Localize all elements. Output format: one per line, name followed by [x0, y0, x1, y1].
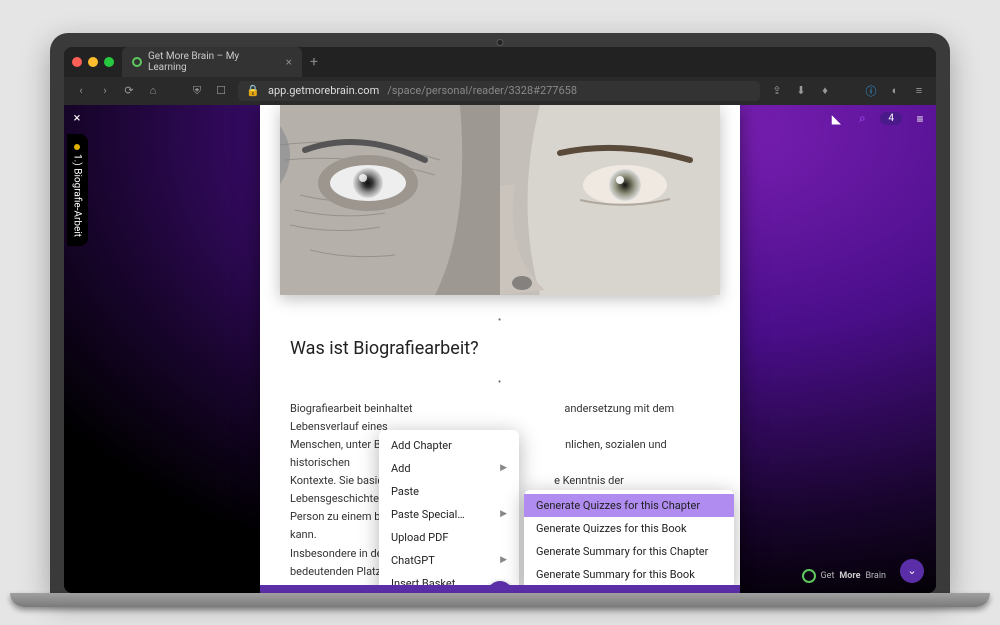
chevron-right-icon: ▶: [500, 555, 507, 565]
brand-bold: More: [839, 571, 860, 581]
screen: Get More Brain – My Learning × + ‹ › ⟳ ⌂…: [64, 47, 936, 593]
close-window-icon[interactable]: [72, 57, 82, 67]
window-controls: [72, 57, 114, 67]
hamburger-icon[interactable]: ≡: [912, 111, 928, 127]
page-footer-bar: [260, 585, 740, 593]
menu-item[interactable]: Add Chapter: [379, 434, 519, 457]
back-icon[interactable]: ‹: [74, 84, 88, 98]
insert-handle-icon[interactable]: •: [290, 315, 710, 326]
brand-post: Brain: [865, 571, 886, 581]
submenu-item[interactable]: Generate Quizzes for this Book: [524, 517, 734, 540]
new-tab-button[interactable]: +: [310, 54, 318, 70]
top-right-tools: ◣ ⌕ 4 ≡: [828, 111, 928, 127]
search-icon[interactable]: ⌕: [854, 111, 870, 127]
menu-item[interactable]: ChatGPT▶: [379, 549, 519, 572]
reload-icon[interactable]: ⟳: [122, 84, 136, 98]
menu-item[interactable]: Paste Special…▶: [379, 503, 519, 526]
menu-item[interactable]: Add▶: [379, 457, 519, 480]
tab-title: Get More Brain – My Learning: [148, 51, 280, 73]
download-icon[interactable]: ⬇: [794, 84, 808, 98]
favicon-icon: [132, 57, 142, 67]
tab-close-icon[interactable]: ×: [286, 56, 292, 68]
expand-fab[interactable]: ⌄: [900, 559, 924, 583]
laptop-base: [10, 593, 990, 607]
minimize-window-icon[interactable]: [88, 57, 98, 67]
address-bar: ‹ › ⟳ ⌂ ⛨ ☐ 🔒 app.getmorebrain.com/space…: [64, 77, 936, 105]
submenu-item[interactable]: Generate Summary for this Chapter: [524, 540, 734, 563]
share-icon[interactable]: ⇪: [770, 84, 784, 98]
sidebar-chapter-tab[interactable]: 1.) Biografie-Arbeit: [67, 134, 88, 247]
url-host: app.getmorebrain.com: [268, 84, 379, 97]
chevron-down-icon: ⌄: [907, 564, 916, 577]
profile-icon[interactable]: ◐: [888, 84, 902, 98]
home-icon[interactable]: ⌂: [146, 84, 160, 98]
menu-item[interactable]: Upload PDF: [379, 526, 519, 549]
menu-icon[interactable]: ≡: [912, 84, 926, 98]
notifications-badge[interactable]: 4: [880, 112, 902, 125]
left-rail: × 1.) Biografie-Arbeit: [64, 105, 90, 593]
lock-icon: 🔒: [246, 84, 260, 98]
bookmark-ribbon-icon[interactable]: ◣: [828, 111, 844, 127]
hero-image: [280, 105, 720, 295]
close-reader-icon[interactable]: ×: [74, 111, 81, 126]
chevron-right-icon: ▶: [500, 509, 507, 519]
menu-item[interactable]: Paste: [379, 480, 519, 503]
chevron-right-icon: ▶: [500, 463, 507, 473]
app-viewport: × 1.) Biografie-Arbeit ◣ ⌕ 4 ≡: [64, 105, 936, 593]
brand-button[interactable]: Get More Brain: [802, 569, 886, 583]
info-icon[interactable]: ⓘ: [864, 84, 878, 98]
brand-logo-icon: [802, 569, 816, 583]
url-field[interactable]: 🔒 app.getmorebrain.com/space/personal/re…: [238, 81, 760, 101]
brand-pre: Get: [821, 571, 835, 581]
url-path: /space/personal/reader/3328#277658: [387, 84, 577, 97]
forward-icon[interactable]: ›: [98, 84, 112, 98]
status-dot-icon: [74, 144, 80, 150]
laptop-frame: Get More Brain – My Learning × + ‹ › ⟳ ⌂…: [50, 33, 950, 593]
browser-tab[interactable]: Get More Brain – My Learning ×: [122, 47, 302, 77]
browser-tabbar: Get More Brain – My Learning × +: [64, 47, 936, 77]
sidebar-chapter-label: 1.) Biografie-Arbeit: [72, 154, 83, 237]
chatgpt-submenu: Generate Quizzes for this ChapterGenerat…: [524, 490, 734, 590]
article-heading: Was ist Biografiearbeit?: [290, 338, 710, 359]
shield-icon[interactable]: ⛨: [190, 84, 204, 98]
submenu-item[interactable]: Generate Summary for this Book: [524, 563, 734, 586]
badge-count: 4: [888, 113, 894, 124]
maximize-window-icon[interactable]: [104, 57, 114, 67]
submenu-item[interactable]: Generate Quizzes for this Chapter: [524, 494, 734, 517]
brave-icon[interactable]: ♦: [818, 84, 832, 98]
insert-handle-icon[interactable]: •: [290, 377, 710, 388]
context-menu: Add ChapterAdd▶PastePaste Special…▶Uploa…: [379, 430, 519, 593]
webcam-dot: [497, 39, 504, 46]
bookmark-icon[interactable]: ☐: [214, 84, 228, 98]
